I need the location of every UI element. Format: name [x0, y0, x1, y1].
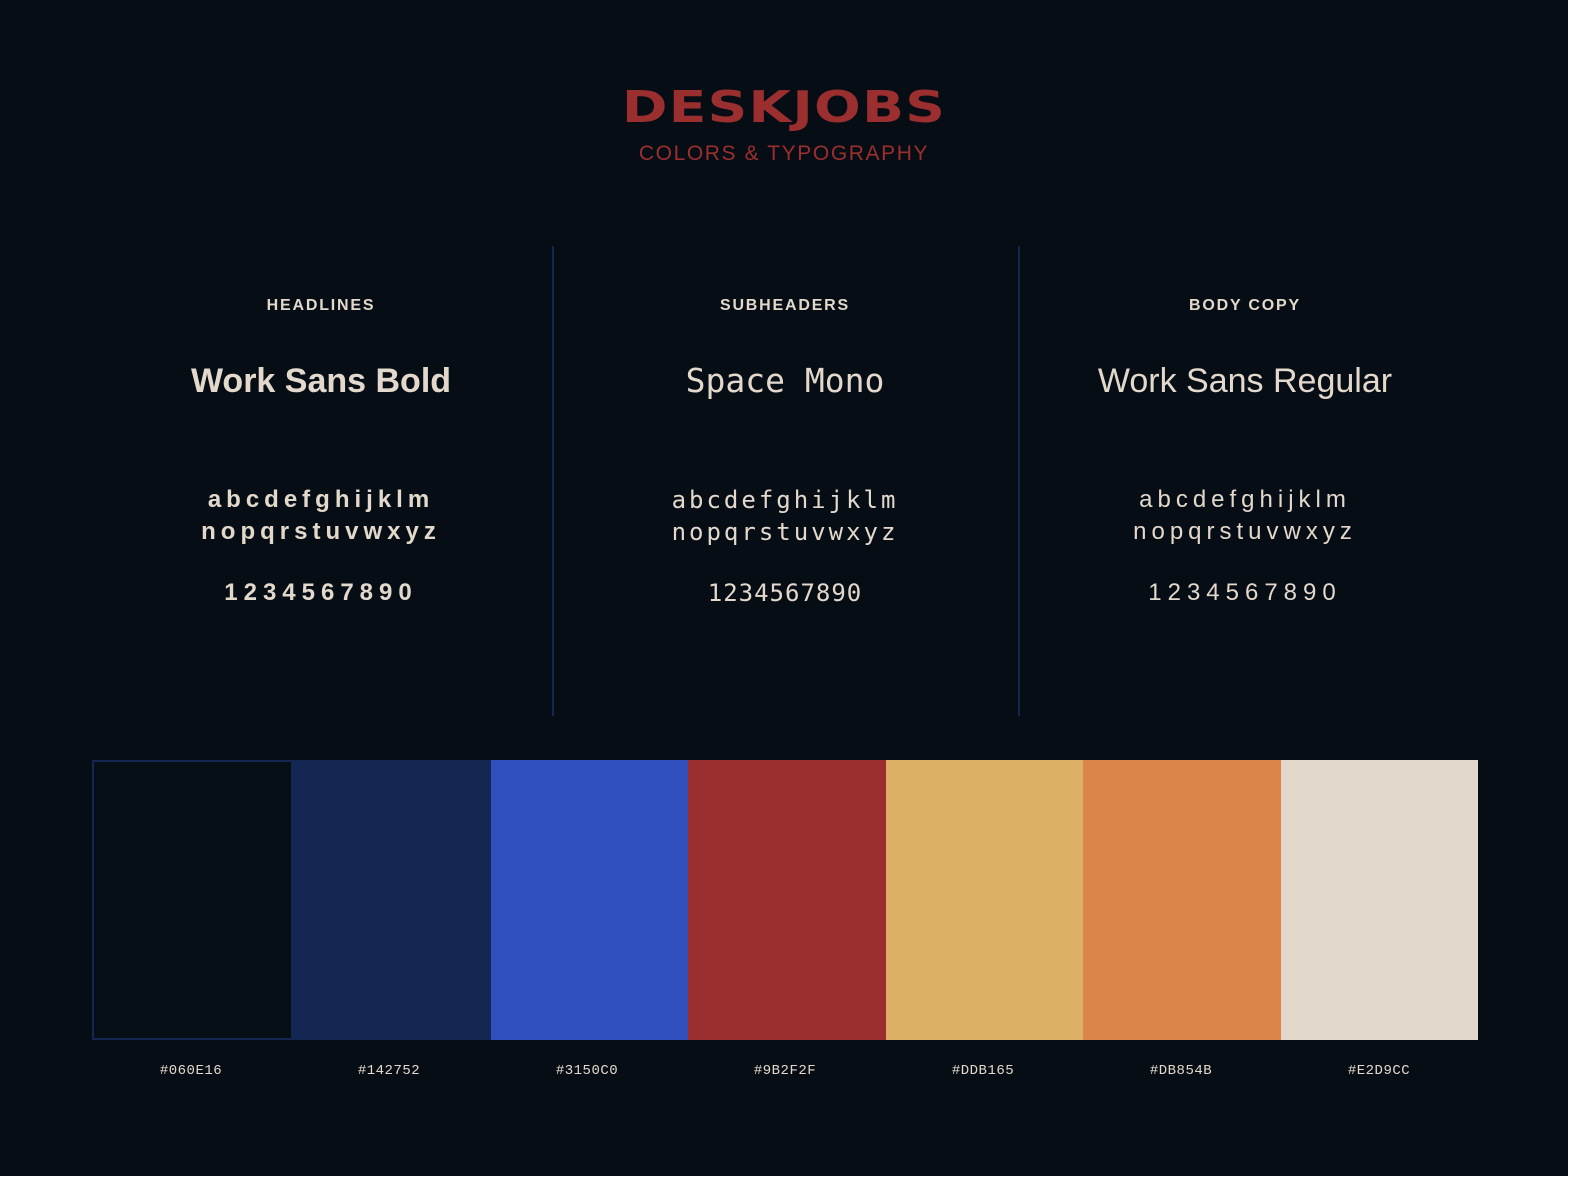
column-divider: [1018, 246, 1020, 716]
color-swatch: [92, 760, 294, 1040]
color-palette: [92, 760, 1478, 1040]
column-label: SUBHEADERS: [719, 297, 850, 314]
alphabet-line: nopqrstuvwxyz: [201, 518, 441, 545]
color-hex-label: #3150C0: [555, 1063, 619, 1079]
font-name: Space Mono: [685, 361, 885, 400]
color-swatch: [293, 760, 491, 1040]
color-hex-label: #142752: [357, 1063, 421, 1079]
digits-sample: 1234567890: [707, 579, 863, 607]
page-subtitle: COLORS & TYPOGRAPHY: [638, 142, 930, 165]
alphabet-line: abcdefghijklm: [207, 486, 435, 513]
alphabet-line: nopqrstuvwxyz: [671, 518, 899, 546]
color-hex-label: #DB854B: [1149, 1063, 1213, 1079]
alphabet-line: abcdefghijklm: [671, 486, 899, 514]
color-hex-label: #060E16: [159, 1063, 223, 1079]
column-label: BODY COPY: [1189, 297, 1301, 314]
alphabet-line: nopqrstuvwxyz: [1133, 518, 1357, 545]
color-swatch: [885, 760, 1084, 1040]
style-guide-canvas: DESKJOBS COLORS & TYPOGRAPHY HEADLINES W…: [0, 0, 1568, 1176]
color-swatch: [490, 760, 689, 1040]
column-divider: [552, 246, 554, 716]
font-name: Work Sans Bold: [190, 362, 452, 400]
digits-sample: 1234567890: [1148, 579, 1342, 606]
font-name: Work Sans Regular: [1097, 362, 1393, 400]
brand-title: DESKJOBS: [621, 82, 947, 133]
column-label: HEADLINES: [266, 297, 376, 314]
alphabet-sample: abcdefghijklm nopqrstuvwxyz: [1015, 484, 1475, 548]
color-swatch: [1083, 760, 1281, 1040]
color-swatch: [1280, 760, 1478, 1040]
alphabet-sample: abcdefghijklm nopqrstuvwxyz: [555, 484, 1015, 548]
color-hex-label: #E2D9CC: [1347, 1063, 1411, 1079]
digits-sample: 1234567890: [224, 579, 418, 606]
color-hex-label: #9B2F2F: [753, 1063, 817, 1079]
alphabet-sample: abcdefghijklm nopqrstuvwxyz: [91, 484, 551, 548]
color-hex-label: #DDB165: [951, 1063, 1015, 1079]
alphabet-line: abcdefghijklm: [1139, 486, 1351, 513]
color-codes: #060E16 #142752 #3150C0 #9B2F2F #DDB165 #DB85…: [92, 1062, 1478, 1080]
color-swatch: [688, 760, 886, 1040]
